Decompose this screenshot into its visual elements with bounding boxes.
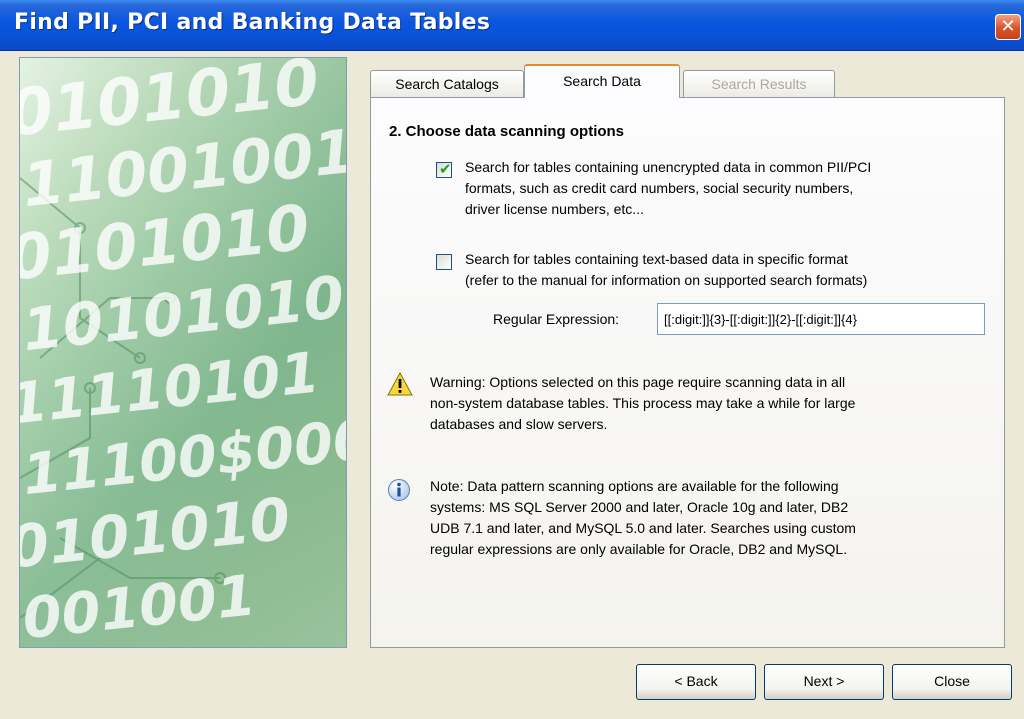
warning-line: databases and slow servers. [430,416,608,432]
warning-line: Warning: Options selected on this page r… [430,374,846,390]
note-line: systems: MS SQL Server 2000 and later, O… [430,499,849,515]
text-format-checkbox[interactable] [436,254,452,270]
close-button[interactable]: Close [892,664,1012,700]
title-bar[interactable]: Find PII, PCI and Banking Data Tables ✕ [0,0,1024,51]
checkmark-icon: ✔ [439,160,452,178]
next-button[interactable]: Next > [764,664,884,700]
warning-text: Warning: Options selected on this page r… [430,372,990,435]
tab-search-data[interactable]: Search Data [524,64,680,98]
note-line: UDB 7.1 and later, and MySQL 5.0 and lat… [430,520,856,536]
warning-icon [387,372,413,396]
tab-search-catalogs[interactable]: Search Catalogs [370,70,524,97]
warning-line: non-system database tables. This process… [430,395,856,411]
back-button[interactable]: < Back [636,664,756,700]
regex-input[interactable]: [[:digit:]]{3}-[[:digit:]]{2}-[[:digit:]… [657,303,985,335]
info-icon [388,479,410,501]
section-title: 2. Choose data scanning options [389,123,625,140]
window-close-button[interactable]: ✕ [995,14,1021,40]
note-line: regular expressions are only available f… [430,541,848,557]
pii-pci-option-text[interactable]: Search for tables containing unencrypted… [465,157,995,220]
text-format-option-text[interactable]: Search for tables containing text-based … [465,249,995,291]
regex-label: Regular Expression: [493,311,620,327]
option-line: Search for tables containing unencrypted… [465,159,872,175]
option-line: (refer to the manual for information on … [465,272,868,288]
binary-digits-graphic: 0101010110010010101010101010101111010111… [20,58,346,647]
dialog-window: Find PII, PCI and Banking Data Tables ✕ [0,0,1024,719]
note-text: Note: Data pattern scanning options are … [430,476,990,560]
tab-search-results[interactable]: Search Results [683,70,835,97]
note-line: Note: Data pattern scanning options are … [430,478,839,494]
option-line: Search for tables containing text-based … [465,251,848,267]
option-line: driver license numbers, etc... [465,201,644,217]
binary-data-banner-image: 0101010 11001001 0101010 10101010 11110101 11… [19,57,347,648]
window-title: Find PII, PCI and Banking Data Tables [14,10,491,35]
option-line: formats, such as credit card numbers, so… [465,180,854,196]
pii-pci-checkbox[interactable]: ✔ [436,160,452,178]
